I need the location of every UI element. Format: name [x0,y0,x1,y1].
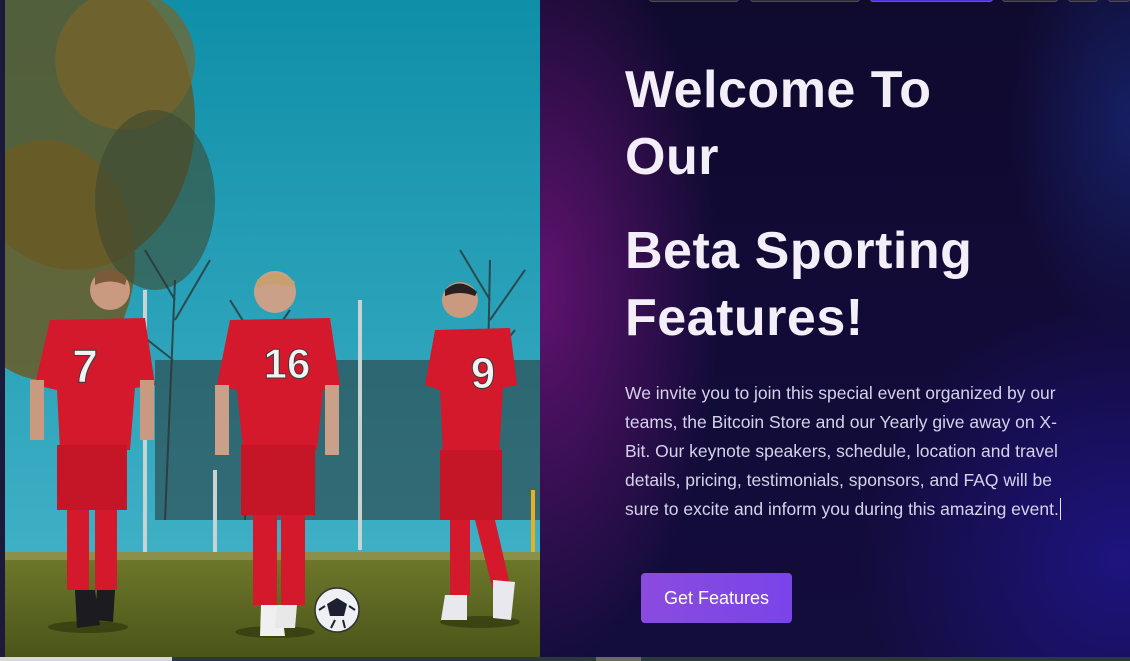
jersey-number-7: 7 [72,340,98,392]
hero-title-line-1: Welcome To [625,61,932,119]
hero-title-line-4: Features! [625,289,864,347]
top-tab-strip [540,0,1130,3]
jersey-number-9: 9 [471,349,495,398]
bottom-scroll-bar [0,657,1130,661]
hero-title-welcome: Welcome To Our [625,57,1105,191]
scrollbar-marker [596,657,641,661]
jersey-number-16: 16 [264,340,311,387]
top-tab-active[interactable] [870,0,993,2]
hero-description: We invite you to join this special event… [625,379,1075,524]
top-tab[interactable] [1108,0,1130,2]
get-features-button[interactable]: Get Features [641,573,792,623]
hero-title-line-3: Beta Sporting [625,222,973,280]
hero-section: Welcome To Our Beta Sporting Features! W… [540,0,1130,658]
hero-title-line-2: Our [625,128,719,186]
hero-description-text: We invite you to join this special event… [625,383,1059,519]
top-tab[interactable] [1068,0,1098,2]
scrollbar-thumb[interactable] [0,657,172,661]
text-cursor [1059,498,1061,520]
top-tab[interactable] [649,0,739,2]
top-tab[interactable] [1002,0,1058,2]
hero-photo: 7 16 9 [5,0,540,658]
top-tab[interactable] [750,0,860,2]
hero-title-features: Beta Sporting Features! [625,218,1105,352]
soccer-ball-icon [314,587,360,633]
